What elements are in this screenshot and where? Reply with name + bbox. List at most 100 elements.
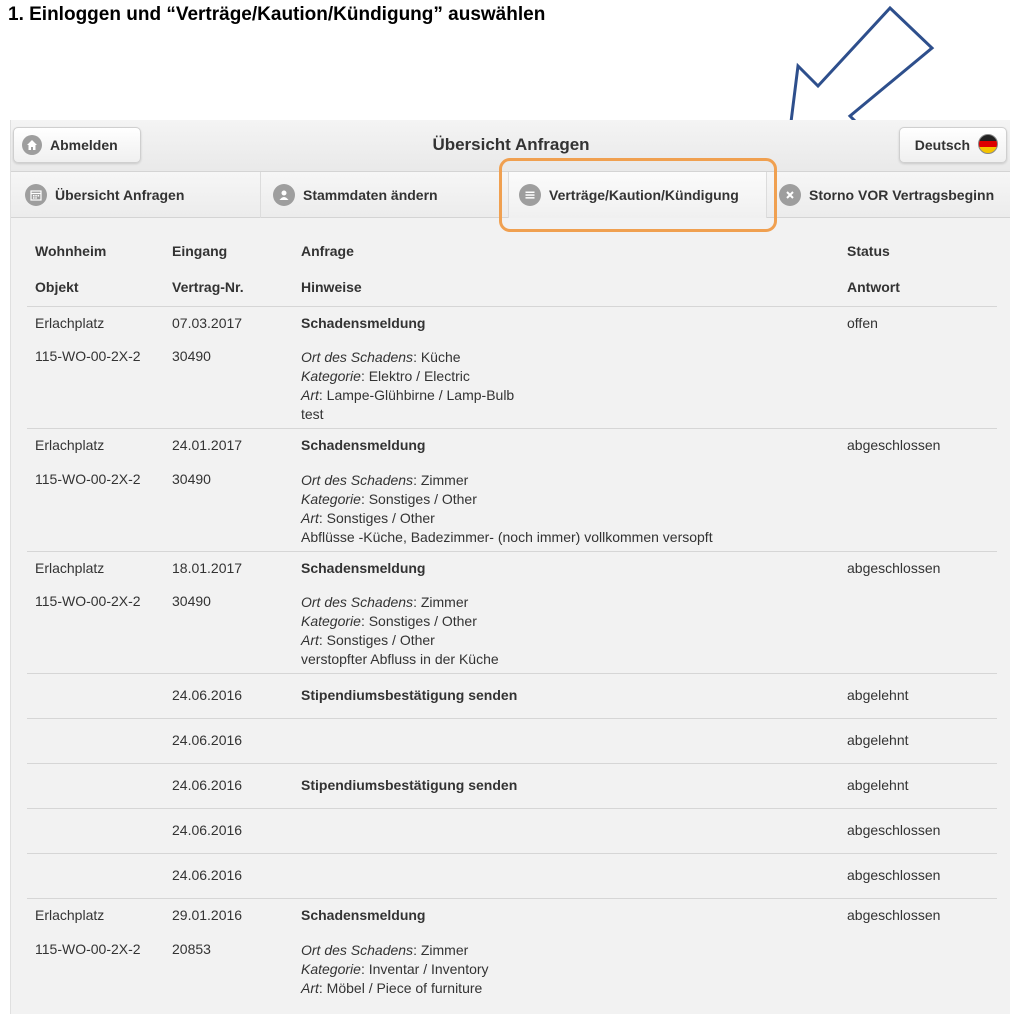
language-label: Deutsch xyxy=(914,137,970,153)
table-subheader-row: Objekt Vertrag-Nr. Hinweise Antwort xyxy=(27,270,997,307)
table-row-details: 115-WO-00-2X-2 30490 Ort des Schadens: Z… xyxy=(27,464,997,552)
date-cell: 24.06.2016 xyxy=(165,853,292,899)
menu-icon xyxy=(519,184,541,206)
wohnheim-cell: Erlachplatz xyxy=(35,314,105,331)
kategorie-value: Sonstiges / Other xyxy=(368,613,477,629)
art-value: Lampe-Glühbirne / Lamp-Bulb xyxy=(326,387,515,403)
table-row[interactable]: Erlachplatz 29.01.2016 Schadensmeldung a… xyxy=(27,899,997,935)
tab-storno[interactable]: Storno VOR Vertragsbeginn xyxy=(767,172,1010,218)
ort-value: Küche xyxy=(420,349,461,365)
status-cell: abgelehnt xyxy=(838,673,997,719)
vertrag-cell: 30490 xyxy=(165,464,292,552)
calendar-icon xyxy=(25,184,47,206)
objekt-cell: 115-WO-00-2X-2 xyxy=(27,464,165,552)
header-wohnheim: Wohnheim xyxy=(35,243,107,259)
ort-value: Zimmer xyxy=(420,471,469,488)
hinweise-cell: Ort des Schadens: Zimmer Kategorie: Sons… xyxy=(292,587,838,674)
hinweise-cell: Ort des Schadens: Zimmer Kategorie: Sons… xyxy=(292,464,838,552)
status-cell: abgeschlossen xyxy=(847,907,941,923)
antwort-cell xyxy=(838,342,997,429)
art-label: Art xyxy=(301,387,319,403)
header-eingang: Eingang xyxy=(172,243,228,259)
vertrag-cell: 30490 xyxy=(165,587,292,674)
wohnheim-cell: Erlachplatz xyxy=(35,907,105,923)
table-row[interactable]: Erlachplatz 24.01.2017 Schadensmeldung a… xyxy=(27,429,997,465)
vertrag-cell: 20853 xyxy=(172,940,211,957)
tab-overview-label: Übersicht Anfragen xyxy=(55,187,185,203)
table-row[interactable]: 24.06.2016 abgelehnt xyxy=(27,718,997,764)
tab-master-data-label: Stammdaten ändern xyxy=(303,187,438,203)
antwort-cell xyxy=(838,587,997,674)
request-cell xyxy=(292,808,838,854)
art-value: Sonstiges / Other xyxy=(326,509,435,526)
antwort-cell xyxy=(838,935,997,1002)
kategorie-label: Kategorie xyxy=(301,613,361,629)
request-cell xyxy=(292,718,838,764)
date-cell: 24.06.2016 xyxy=(165,763,292,809)
wohnheim-cell xyxy=(27,673,165,719)
tab-overview[interactable]: Übersicht Anfragen xyxy=(11,172,261,218)
header-vertrag: Vertrag-Nr. xyxy=(165,270,292,307)
table-row-details: 115-WO-00-2X-2 30490 Ort des Schadens: K… xyxy=(27,342,997,429)
objekt-cell: 115-WO-00-2X-2 xyxy=(27,342,165,429)
table-row[interactable]: 24.06.2016 abgeschlossen xyxy=(27,808,997,854)
ort-label: Ort des Schadens xyxy=(301,349,414,365)
table-row[interactable]: 24.06.2016 abgeschlossen xyxy=(27,853,997,899)
status-cell: abgelehnt xyxy=(838,718,997,764)
requests-table: Wohnheim Eingang Anfrage Status Objekt V… xyxy=(27,234,997,1002)
table-row[interactable]: Erlachplatz 07.03.2017 Schadensmeldung o… xyxy=(27,306,997,342)
date-cell: 24.06.2016 xyxy=(165,718,292,764)
kategorie-value: Inventar / Inventory xyxy=(368,960,489,977)
kategorie-value: Elektro / Electric xyxy=(368,368,470,384)
date-cell: 24.01.2017 xyxy=(172,437,243,453)
status-cell: abgeschlossen xyxy=(838,808,997,854)
kategorie-value: Sonstiges / Other xyxy=(368,490,477,507)
table-row[interactable]: Erlachplatz 18.01.2017 Schadensmeldung a… xyxy=(27,551,997,587)
date-cell: 24.06.2016 xyxy=(165,673,292,719)
language-button[interactable]: Deutsch xyxy=(899,127,1007,163)
date-cell: 24.06.2016 xyxy=(165,808,292,854)
header-anfrage: Anfrage xyxy=(301,243,354,259)
art-label: Art xyxy=(301,632,319,648)
nav-bar: Übersicht Anfragen Stammdaten ändern Ver… xyxy=(11,172,1010,218)
request-cell: Stipendiumsbestätigung senden xyxy=(292,673,838,719)
ort-value: Zimmer xyxy=(420,941,469,958)
table-header-row: Wohnheim Eingang Anfrage Status xyxy=(27,234,997,270)
german-flag-icon xyxy=(978,133,998,157)
date-cell: 07.03.2017 xyxy=(172,314,243,331)
header-hinweise: Hinweise xyxy=(292,270,838,307)
wohnheim-cell: Erlachplatz xyxy=(35,437,105,453)
art-label: Art xyxy=(301,979,319,996)
status-cell: offen xyxy=(847,314,878,331)
art-value: Sonstiges / Other xyxy=(326,632,435,648)
note-text: test xyxy=(301,406,324,422)
date-cell: 18.01.2017 xyxy=(172,559,243,576)
ort-label: Ort des Schadens xyxy=(301,471,414,488)
header-antwort: Antwort xyxy=(838,270,997,307)
table-row[interactable]: 24.06.2016 Stipendiumsbestätigung senden… xyxy=(27,673,997,719)
request-cell: Schadensmeldung xyxy=(301,314,426,331)
table-row[interactable]: 24.06.2016 Stipendiumsbestätigung senden… xyxy=(27,763,997,809)
close-icon xyxy=(779,184,801,206)
header-objekt: Objekt xyxy=(27,270,165,307)
status-cell: abgelehnt xyxy=(838,763,997,809)
wohnheim-cell xyxy=(27,718,165,764)
instruction-heading: 1. Einloggen und “Verträge/Kaution/Kündi… xyxy=(8,4,546,25)
art-value: Möbel / Piece of furniture xyxy=(326,979,483,996)
status-cell: abgeschlossen xyxy=(847,437,941,453)
table-row-details: 115-WO-00-2X-2 30490 Ort des Schadens: Z… xyxy=(27,587,997,674)
kategorie-label: Kategorie xyxy=(301,368,361,384)
wohnheim-cell xyxy=(27,808,165,854)
tab-contracts-label: Verträge/Kaution/Kündigung xyxy=(549,187,739,203)
date-cell: 29.01.2016 xyxy=(172,907,243,923)
request-cell: Stipendiumsbestätigung senden xyxy=(292,763,838,809)
kategorie-label: Kategorie xyxy=(301,960,361,977)
table-row-details: 115-WO-00-2X-2 20853 Ort des Schadens: Z… xyxy=(27,935,997,1002)
tab-master-data[interactable]: Stammdaten ändern xyxy=(261,172,509,218)
tab-contracts[interactable]: Verträge/Kaution/Kündigung xyxy=(509,172,767,218)
hinweise-cell: Ort des Schadens: Zimmer Kategorie: Inve… xyxy=(301,941,489,996)
header-status: Status xyxy=(847,243,890,259)
hinweise-cell: Ort des Schadens: Küche Kategorie: Elekt… xyxy=(292,342,838,429)
objekt-cell: 115-WO-00-2X-2 xyxy=(27,587,165,674)
status-cell: abgeschlossen xyxy=(838,853,997,899)
